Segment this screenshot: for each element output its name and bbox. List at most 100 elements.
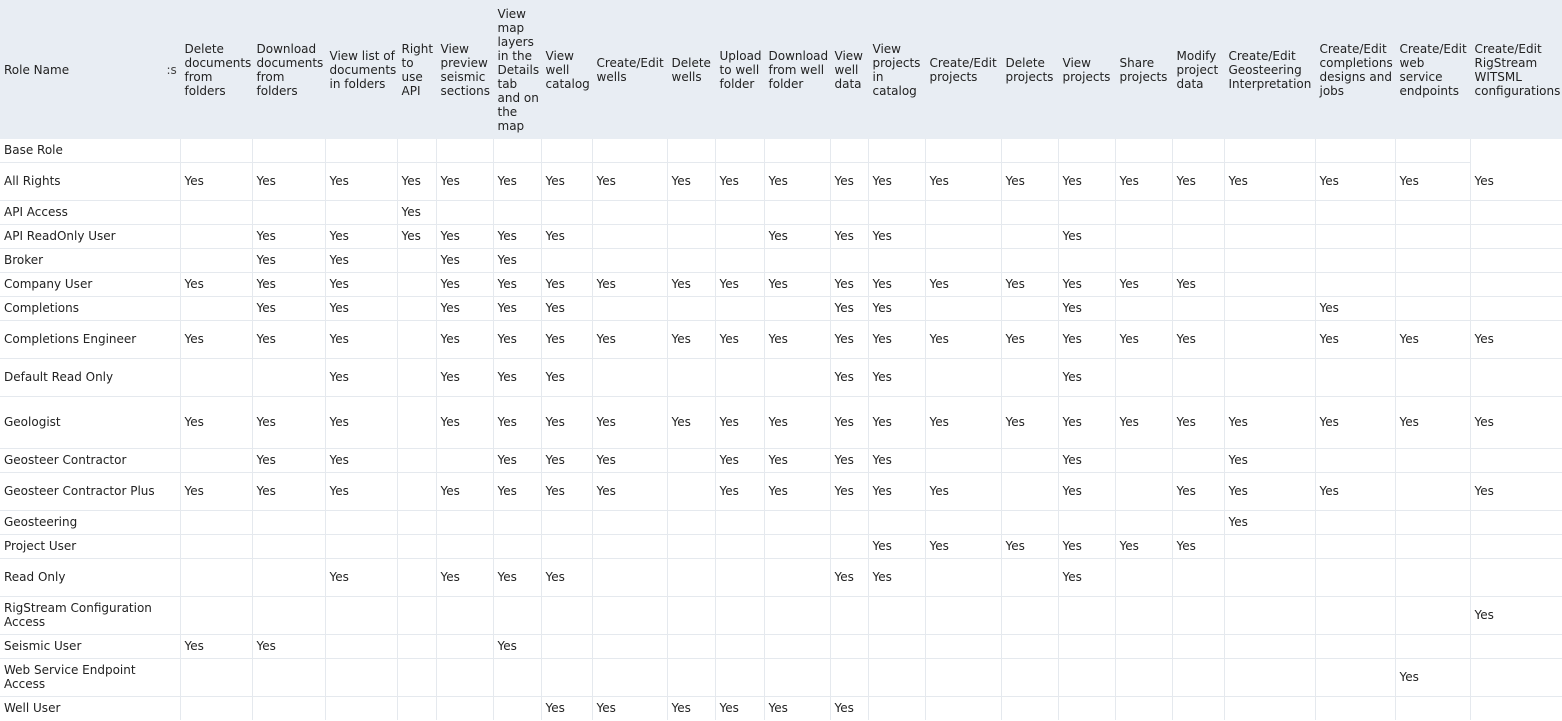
permission-cell [1115,472,1173,511]
table-row[interactable]: Company User Yes Yes Yes Yes Yes Yes Yes Yes Yes Y… [0,272,1562,297]
role-name-cell[interactable]: Geosteer Contractor [0,448,181,473]
permission-cell: Yes [493,634,542,659]
column-header-upload-well-folder[interactable]: Upload to well folder [715,0,765,139]
role-name-cell[interactable]: Geosteer Contractor Plus [0,472,181,511]
column-header-delete-wells[interactable]: Delete wells [667,0,716,139]
table-row[interactable]: Completions Engineer Yes Yes Yes Yes Yes Yes Ye… [0,320,1562,359]
table-row[interactable]: Default Read Only Yes Yes Yes Yes Yes Yes Yes [0,358,1562,397]
permission-cell [830,200,869,225]
role-name-cell[interactable]: API Access [0,200,181,225]
role-name-cell[interactable]: Broker [0,248,181,273]
column-header-view-preview-seismic[interactable]: View preview seismic sections [436,0,494,139]
role-name-cell[interactable]: Geologist [0,396,181,449]
permission-cell [1058,139,1116,163]
permission-cell [180,200,253,225]
table-row[interactable]: Completions Yes Yes Yes Yes Yes Yes Yes Yes Yes [0,296,1562,321]
column-header-geosteering-interpretation[interactable]: Create/Edit Geosteering Interpretation [1224,0,1316,139]
role-name-cell[interactable]: Well User [0,696,181,720]
column-header-create-edit-projects[interactable]: Create/Edit projects [925,0,1002,139]
table-row[interactable]: Web Service Endpoint Access Yes [0,658,1562,697]
permission-cell [252,139,326,163]
permission-cell: Yes [252,224,326,249]
column-header-download-well-folder[interactable]: Download from well folder [764,0,831,139]
role-name-cell[interactable]: Geosteering [0,510,181,535]
permission-cell: Yes [1224,396,1316,449]
column-resize-handle[interactable]: :s [162,0,181,139]
permission-cell [1172,448,1225,473]
column-header-view-projects-catalog[interactable]: View projects in catalog [868,0,926,139]
permission-cell [764,596,831,635]
table-row[interactable]: Broker Yes Yes Yes Yes [0,248,1562,273]
table-row[interactable]: Geosteering Yes [0,510,1562,535]
permission-cell [397,472,437,511]
column-header-view-document-list[interactable]: View list of documents in folders [325,0,398,139]
permission-cell: Yes [868,472,926,511]
table-row[interactable]: Geosteer Contractor Yes Yes Yes Yes Yes Yes Yes… [0,448,1562,473]
column-header-role-name[interactable]: Role Name [0,0,163,139]
permission-cell: Yes [868,296,926,321]
permission-cell: Yes [1395,396,1471,449]
table-row[interactable]: Project User Yes Yes Yes Yes Yes Yes [0,534,1562,559]
table-row[interactable]: Well User Yes Yes Yes Yes Yes Yes [0,696,1562,720]
column-header-delete-projects[interactable]: Delete projects [1001,0,1059,139]
column-header-view-map-layers[interactable]: View map layers in the Details tab and o… [493,0,542,139]
permission-cell: Yes [1058,224,1116,249]
permission-cell [715,510,765,535]
permission-cell: Yes [493,296,542,321]
table-row[interactable]: RigStream Configuration Access Yes [0,596,1562,635]
permission-cell [180,696,253,720]
permission-cell [1172,696,1225,720]
table-row[interactable]: Geologist Yes Yes Yes Yes Yes Yes Yes Yes Yes Yes Y… [0,396,1562,449]
table-row[interactable]: Seismic User Yes Yes Yes [0,634,1562,659]
permission-cell [715,248,765,273]
table-row[interactable]: All Rights Yes Yes Yes Yes Yes Yes Yes Yes Yes Yes… [0,162,1562,201]
column-header-view-well-catalog[interactable]: View well catalog [541,0,593,139]
role-name-cell[interactable]: Default Read Only [0,358,181,397]
permission-cell: Yes [1001,320,1059,359]
column-header-download-documents[interactable]: Download documents from folders [252,0,326,139]
column-header-delete-documents[interactable]: Delete documents from folders [180,0,253,139]
role-name-cell[interactable]: Company User [0,272,181,297]
permission-cell [1224,248,1316,273]
table-row[interactable]: API ReadOnly User Yes Yes Yes Yes Yes Yes Yes Ye… [0,224,1562,249]
role-name-cell[interactable]: API ReadOnly User [0,224,181,249]
column-header-create-edit-wells[interactable]: Create/Edit wells [592,0,668,139]
permission-cell [868,139,926,163]
role-name-cell[interactable]: Base Role [0,139,181,163]
column-header-completions-designs[interactable]: Create/Edit completions designs and jobs [1315,0,1396,139]
table-row[interactable]: Base Role [0,139,1562,163]
column-header-view-projects[interactable]: View projects [1058,0,1116,139]
permission-cell: Yes [1315,320,1396,359]
role-name-cell[interactable]: All Rights [0,162,181,201]
role-name-cell[interactable]: Read Only [0,558,181,597]
role-name-cell[interactable]: RigStream Configuration Access [0,596,181,635]
column-header-web-service-endpoints[interactable]: Create/Edit web service endpoints [1395,0,1471,139]
permission-cell [1470,200,1562,225]
permission-cell: Yes [493,472,542,511]
table-row[interactable]: API Access Yes [0,200,1562,225]
table-row[interactable]: Read Only Yes Yes Yes Yes Yes Yes Yes [0,558,1562,597]
column-header-modify-project-data[interactable]: Modify project data [1172,0,1225,139]
permission-cell [1115,296,1173,321]
permission-cell [1224,696,1316,720]
role-name-cell[interactable]: Project User [0,534,181,559]
permission-cell [541,596,593,635]
permission-cell [667,472,716,511]
role-name-cell[interactable]: Web Service Endpoint Access [0,658,181,697]
role-name-cell[interactable]: Completions [0,296,181,321]
permission-cell: Yes [325,162,398,201]
permission-cell: Yes [667,162,716,201]
permission-cell: Yes [180,634,253,659]
permission-cell [1001,224,1059,249]
permission-cell [1470,534,1562,559]
table-row[interactable]: Geosteer Contractor Plus Yes Yes Yes Yes Yes Y… [0,472,1562,511]
role-name-cell[interactable]: Completions Engineer [0,320,181,359]
column-header-rigstream-witsml[interactable]: Create/Edit RigStream WITSML configurati… [1470,0,1562,139]
permission-cell: Yes [1470,596,1562,635]
column-header-share-projects[interactable]: Share projects [1115,0,1173,139]
role-name-cell[interactable]: Seismic User [0,634,181,659]
column-header-view-well-data[interactable]: View well data [830,0,869,139]
permission-cell [592,139,668,163]
permission-cell [180,448,253,473]
column-header-right-to-use-api[interactable]: Right to use API [397,0,437,139]
